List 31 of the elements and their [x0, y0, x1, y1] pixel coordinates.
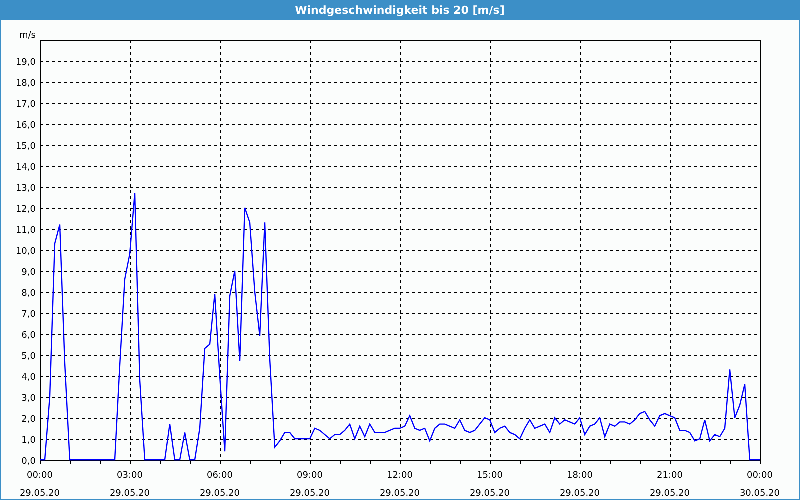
axis-tick-label: 7,0 — [22, 310, 36, 320]
axis-tick-label: 03:00 29.05.20 — [110, 471, 150, 499]
axis-tick-label: 5,0 — [22, 352, 36, 362]
axis-tick-label: 11,0 — [16, 226, 36, 236]
axis-tick-label: 12:00 29.05.20 — [380, 471, 420, 499]
axis-tick-label: 09:00 29.05.20 — [290, 471, 330, 499]
axis-tick-label: 14,0 — [16, 163, 36, 173]
window-title: Windgeschwindigkeit bis 20 [m/s] — [0, 0, 800, 20]
axis-tick-label: 12,0 — [16, 205, 36, 215]
axis-tick-label: 18:00 29.05.20 — [560, 471, 600, 499]
axis-tick-label: 16,0 — [16, 121, 36, 131]
axis-tick-label: 6,0 — [22, 331, 36, 341]
axis-tick-label: 0,0 — [22, 457, 36, 467]
axis-tick-label: 00:00 30.05.20 — [740, 471, 780, 499]
axis-tick-label: 17,0 — [16, 100, 36, 110]
axis-tick-label: 1,0 — [22, 436, 36, 446]
axis-tick-label: 13,0 — [16, 184, 36, 194]
axis-tick-label: 4,0 — [22, 373, 36, 383]
axis-tick-label: 9,0 — [22, 268, 36, 278]
axis-tick-label: 3,0 — [22, 394, 36, 404]
axis-tick-label: 10,0 — [16, 247, 36, 257]
axis-tick-label: 00:00 29.05.20 — [20, 471, 60, 499]
axis-tick-label: 06:00 29.05.20 — [200, 471, 240, 499]
axis-tick-label: 2,0 — [22, 415, 36, 425]
axis-tick-label: 15,0 — [16, 142, 36, 152]
axis-tick-label: 19,0 — [16, 58, 36, 68]
axis-unit-label: m/s — [20, 31, 36, 41]
axis-tick-label: 18,0 — [16, 79, 36, 89]
axis-tick-label: 21:00 29.05.20 — [650, 471, 690, 499]
axis-tick-label: 15:00 29.05.20 — [470, 471, 510, 499]
axis-tick-label: 8,0 — [22, 289, 36, 299]
